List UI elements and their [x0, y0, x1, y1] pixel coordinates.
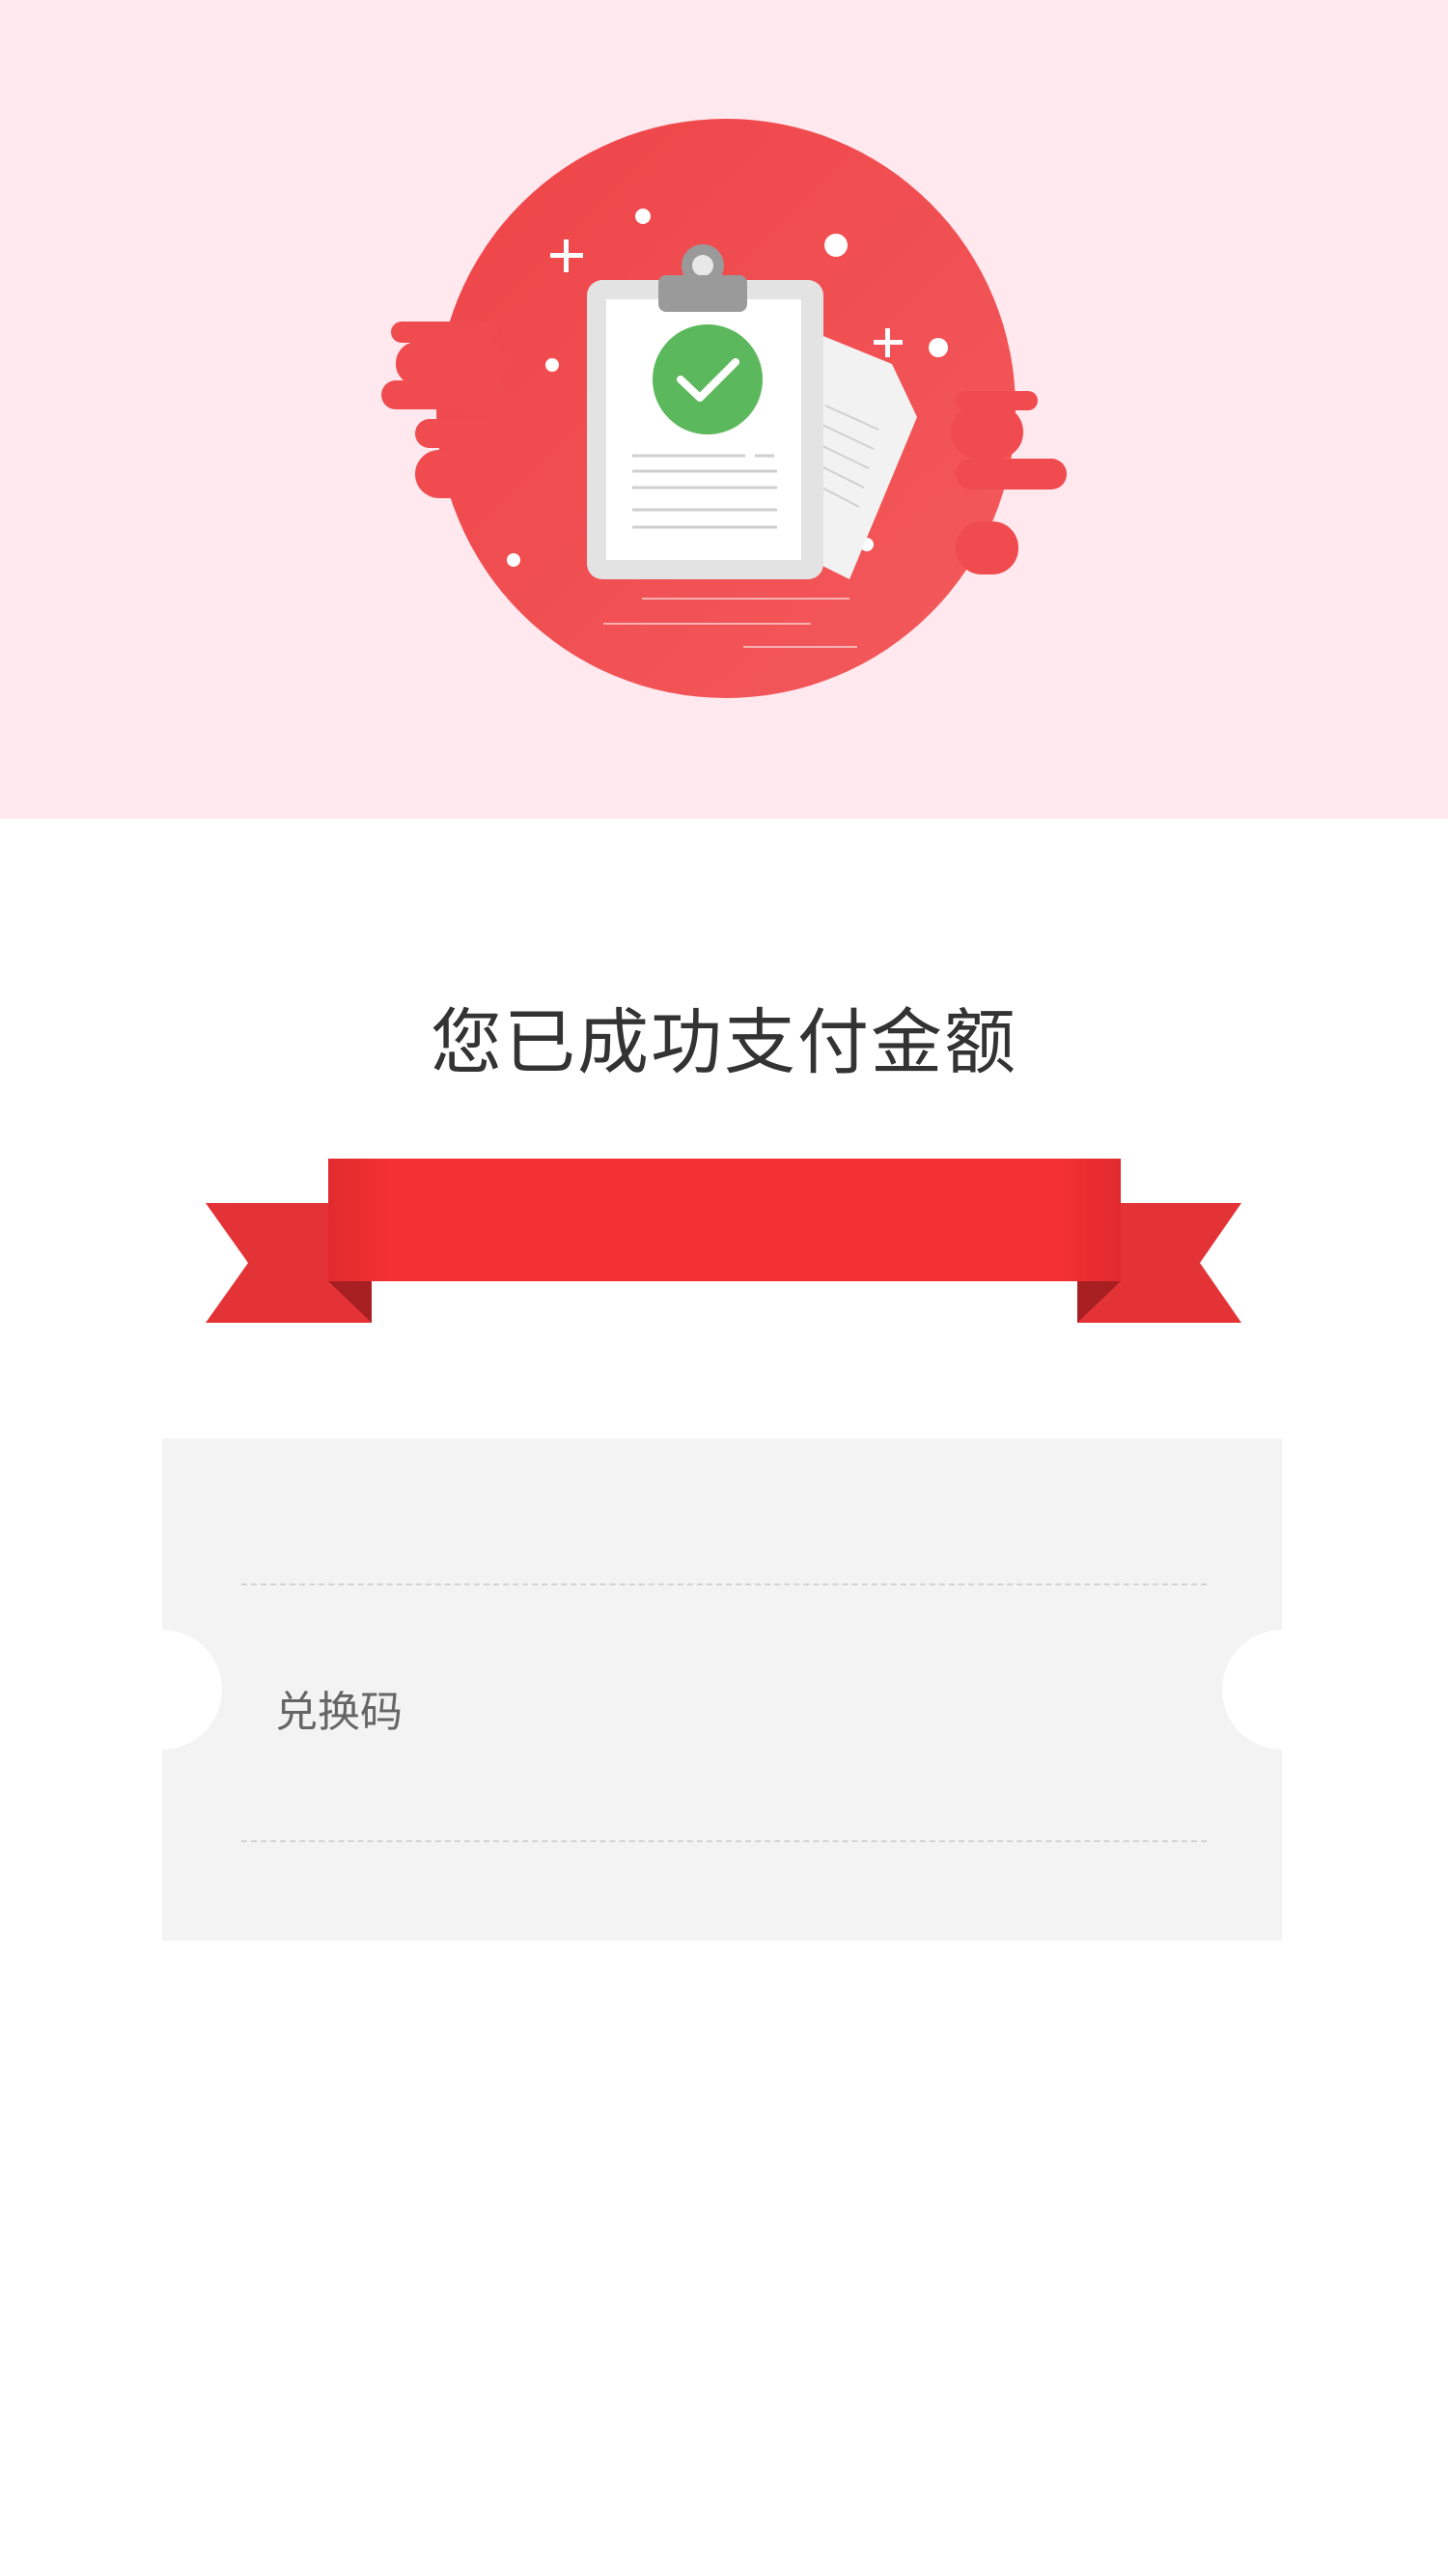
hero-banner [0, 0, 1448, 819]
ticket-notch-left [102, 1630, 222, 1750]
ribbon-band [328, 1159, 1121, 1281]
motion-streaks-right [951, 391, 1067, 574]
redeem-code-label: 兑换码 [275, 1688, 403, 1737]
ticket-divider-bottom [241, 1840, 1207, 1842]
payment-success-illustration [381, 119, 1067, 698]
clipboard [587, 244, 823, 579]
checkmark-badge [653, 324, 763, 434]
ribbon-banner [206, 1159, 1241, 1323]
page-title: 您已成功支付金额 [431, 1001, 1017, 1084]
ticket-notch-right [1222, 1630, 1342, 1750]
ticket-divider-top [241, 1583, 1207, 1585]
